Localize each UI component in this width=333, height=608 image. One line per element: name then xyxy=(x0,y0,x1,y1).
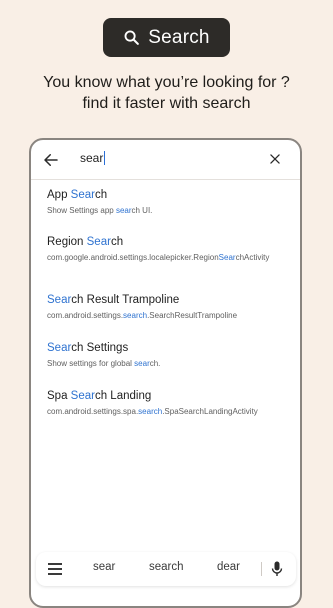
search-query-text: sear xyxy=(80,151,104,165)
search-icon xyxy=(124,30,140,45)
result-subtitle: Show settings for global search. xyxy=(47,359,161,368)
suggestion-1[interactable]: sear xyxy=(93,561,115,573)
result-subtitle: com.android.settings.search.SearchResult… xyxy=(47,311,238,320)
result-item-search-result-trampoline[interactable]: Search Result Trampoline com.android.set… xyxy=(47,293,288,321)
menu-icon[interactable] xyxy=(48,563,62,575)
mic-icon[interactable] xyxy=(271,561,283,577)
result-title: Search Settings xyxy=(47,342,129,354)
result-subtitle: com.google.android.settings.localepicker… xyxy=(47,253,270,262)
result-item-region-search[interactable]: Region Search com.google.android.setting… xyxy=(47,235,288,263)
tagline: You know what you’re looking for ? find … xyxy=(0,72,333,114)
close-icon[interactable] xyxy=(268,152,282,166)
result-title: Spa Search Landing xyxy=(47,390,152,402)
result-subtitle: com.android.settings.spa.search.SpaSearc… xyxy=(47,407,258,416)
search-input[interactable]: sear xyxy=(80,151,106,165)
keyboard-suggestion-bar: sear search dear xyxy=(36,552,296,586)
tagline-line-1: You know what you’re looking for ? xyxy=(43,74,290,91)
badge-label: Search xyxy=(148,26,210,48)
arrow-back-icon[interactable] xyxy=(42,151,60,169)
text-cursor xyxy=(104,151,106,165)
tagline-line-2: find it faster with search xyxy=(82,95,251,112)
result-title: Search Result Trampoline xyxy=(47,294,180,306)
search-badge: Search xyxy=(103,18,230,57)
result-title: App Search xyxy=(47,189,108,201)
result-item-search-settings[interactable]: Search Settings Show settings for global… xyxy=(47,341,288,369)
result-subtitle: Show Settings app search UI. xyxy=(47,206,153,215)
divider xyxy=(261,562,262,576)
result-item-spa-search-landing[interactable]: Spa Search Landing com.android.settings.… xyxy=(47,389,288,417)
phone-frame: sear App Search Show Settings app search… xyxy=(29,138,302,608)
search-bar: sear xyxy=(31,140,300,180)
result-title: Region Search xyxy=(47,236,124,248)
suggestion-3[interactable]: dear xyxy=(217,561,240,573)
result-item-app-search[interactable]: App Search Show Settings app search UI. xyxy=(47,188,288,216)
suggestion-2[interactable]: search xyxy=(149,561,184,573)
